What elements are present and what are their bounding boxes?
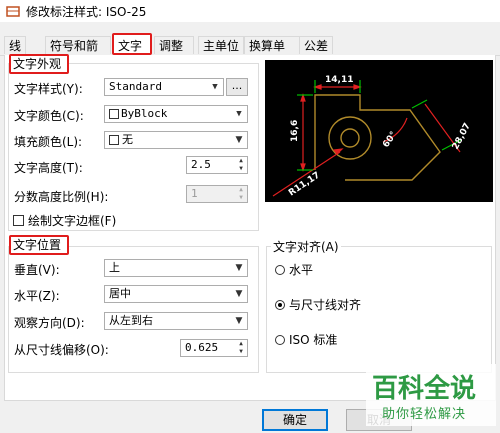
frame-checkbox-label: 绘制文字边框(F): [28, 214, 117, 228]
tab-lines[interactable]: 线: [4, 36, 26, 54]
align-horizontal-radio[interactable]: [275, 265, 285, 275]
text-alignment-heading: 文字对齐(A): [271, 238, 341, 255]
view-direction-select[interactable]: 从左到右 ▼: [104, 312, 248, 330]
align-iso-label: ISO 标准: [289, 333, 338, 347]
offset-input[interactable]: 0.625 ▲ ▼: [180, 339, 248, 357]
offset-value: 0.625: [185, 341, 219, 354]
horizontal-label: 水平(Z):: [14, 289, 60, 303]
fraction-height-scale-label: 分数高度比例(H):: [14, 190, 109, 204]
text-style-select[interactable]: Standard ▼: [104, 78, 224, 96]
align-with-dimline-label: 与尺寸线对齐: [289, 298, 362, 312]
chevron-down-icon: ▼: [235, 263, 243, 273]
fraction-height-scale-value: 1: [191, 187, 198, 200]
tab-primary-units[interactable]: 主单位: [198, 36, 244, 54]
fraction-height-scale-input[interactable]: 1 ▲ ▼: [186, 185, 248, 203]
spin-up-icon[interactable]: ▲: [235, 157, 247, 165]
text-appearance-heading: 文字外观: [9, 54, 69, 74]
fill-color-select[interactable]: 无 ▼: [104, 131, 248, 149]
tab-symbols-arrows[interactable]: 符号和箭头: [45, 36, 111, 71]
tab-alternate-units[interactable]: 换算单位: [244, 36, 300, 71]
align-with-dimline-radio[interactable]: [275, 300, 285, 310]
spin-down-icon[interactable]: ▼: [235, 165, 247, 173]
preview-dim-left: 16,6: [290, 120, 300, 142]
tab-text[interactable]: 文字: [112, 33, 152, 55]
preview-canvas: 14,11 16,6 28,07 60° R11,17: [265, 60, 493, 202]
view-direction-value: 从左到右: [109, 314, 153, 327]
watermark-subtitle: 助你轻松解决: [382, 407, 467, 422]
offset-label: 从尺寸线偏移(O):: [14, 343, 109, 357]
text-style-label: 文字样式(Y):: [14, 82, 83, 96]
text-height-input[interactable]: 2.5 ▲ ▼: [186, 156, 248, 174]
text-color-select[interactable]: ByBlock ▼: [104, 105, 248, 123]
chevron-down-icon: ▼: [235, 289, 243, 299]
text-style-value: Standard: [109, 80, 162, 93]
chevron-down-icon: ▼: [236, 109, 242, 119]
spin-down-icon[interactable]: ▼: [235, 194, 247, 202]
horizontal-value: 居中: [109, 287, 131, 300]
spin-up-icon[interactable]: ▲: [235, 340, 247, 348]
browse-text-style-button[interactable]: ...: [226, 78, 248, 96]
ok-button[interactable]: 确定: [262, 409, 328, 431]
text-placement-heading: 文字位置: [9, 235, 69, 255]
text-height-label: 文字高度(T):: [14, 161, 83, 175]
dimension-style-icon: [6, 6, 20, 17]
align-iso-radio[interactable]: [275, 335, 285, 345]
tab-tolerances[interactable]: 公差: [299, 36, 333, 54]
tab-fit[interactable]: 调整: [154, 36, 194, 54]
watermark-title: 百科全说: [372, 374, 477, 404]
spin-down-icon[interactable]: ▼: [235, 348, 247, 356]
horizontal-select[interactable]: 居中 ▼: [104, 285, 248, 303]
color-swatch-icon: [109, 109, 119, 119]
text-color-value: ByBlock: [121, 107, 168, 120]
spin-up-icon[interactable]: ▲: [235, 186, 247, 194]
window-title: 修改标注样式: ISO-25: [26, 5, 147, 19]
color-swatch-icon: [109, 135, 119, 145]
vertical-value: 上: [109, 261, 120, 274]
vertical-select[interactable]: 上 ▼: [104, 259, 248, 277]
frame-checkbox[interactable]: [13, 215, 24, 226]
view-direction-label: 观察方向(D):: [14, 316, 85, 330]
text-height-value: 2.5: [191, 158, 211, 171]
text-color-label: 文字颜色(C):: [14, 109, 84, 123]
fill-color-label: 填充颜色(L):: [14, 135, 83, 149]
preview-dim-top: 14,11: [325, 75, 353, 85]
vertical-label: 垂直(V):: [14, 263, 60, 277]
chevron-down-icon: ▼: [235, 316, 243, 326]
chevron-down-icon: ▼: [212, 82, 218, 92]
align-horizontal-label: 水平: [289, 263, 314, 277]
chevron-down-icon: ▼: [235, 135, 243, 145]
fill-color-value: 无: [122, 133, 133, 146]
